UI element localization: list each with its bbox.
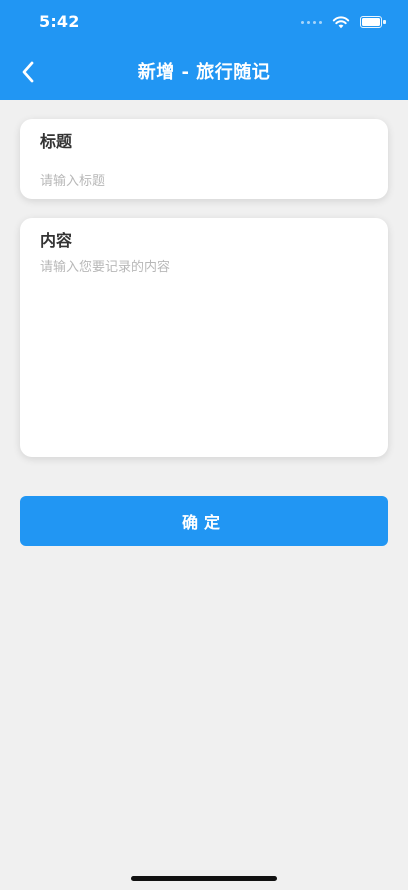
status-icons — [301, 14, 386, 30]
wifi-icon — [332, 16, 350, 29]
battery-icon — [360, 16, 386, 28]
status-bar: 5:42 — [0, 0, 408, 44]
confirm-button[interactable]: 确定 — [20, 496, 388, 546]
signal-icon — [301, 20, 322, 24]
content-textarea[interactable] — [40, 259, 368, 439]
home-indicator — [131, 876, 277, 881]
status-time: 5:42 — [39, 12, 80, 31]
page-title: 新增 - 旅行随记 — [137, 62, 271, 83]
content-label: 内容 — [40, 231, 73, 250]
nav-bar: 新增 - 旅行随记 — [0, 44, 408, 100]
title-label: 标题 — [40, 132, 73, 151]
content-card: 内容 — [20, 218, 388, 457]
title-input[interactable] — [40, 172, 368, 190]
header: 5:42 新增 - 旅行随记 — [0, 0, 408, 100]
title-card: 标题 — [20, 119, 388, 199]
